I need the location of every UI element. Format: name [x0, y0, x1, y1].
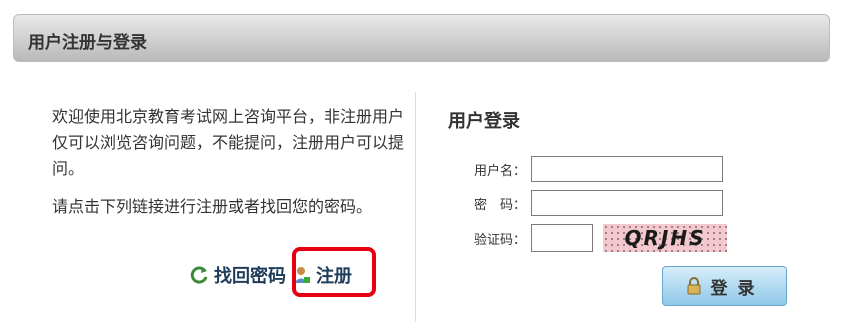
panel-title: 用户注册与登录	[28, 33, 147, 53]
panel-header: 用户注册与登录	[13, 14, 830, 62]
recover-password-label: 找回密码	[214, 266, 286, 287]
vertical-divider	[415, 92, 416, 322]
captcha-input[interactable]	[531, 224, 593, 252]
login-button[interactable]: 登录	[662, 266, 787, 306]
captcha-label: 验证码：	[473, 232, 526, 248]
login-button-label: 登录	[710, 278, 765, 299]
username-label: 用户名：	[473, 163, 526, 179]
password-label: 密 码：	[473, 197, 526, 213]
recover-password-link[interactable]: 找回密码	[190, 262, 286, 288]
intro-text: 欢迎使用北京教育考试网上咨询平台，非注册用户仅可以浏览咨询问题，不能提问，注册用…	[52, 104, 407, 232]
username-row: 用户名：	[450, 154, 723, 184]
username-input[interactable]	[531, 156, 723, 182]
password-input[interactable]	[531, 190, 723, 216]
register-highlight-box	[292, 247, 376, 297]
captcha-row: 验证码： QRJHS	[450, 223, 727, 253]
login-title: 用户登录	[448, 111, 520, 132]
lock-icon	[687, 277, 700, 295]
intro-paragraph-2: 请点击下列链接进行注册或者找回您的密码。	[52, 197, 373, 216]
captcha-image[interactable]: QRJHS	[603, 224, 727, 252]
password-row: 密 码：	[450, 188, 723, 218]
refresh-arrow-icon	[190, 266, 208, 284]
intro-paragraph-1: 欢迎使用北京教育考试网上咨询平台，非注册用户仅可以浏览咨询问题，不能提问，注册用…	[52, 107, 405, 178]
